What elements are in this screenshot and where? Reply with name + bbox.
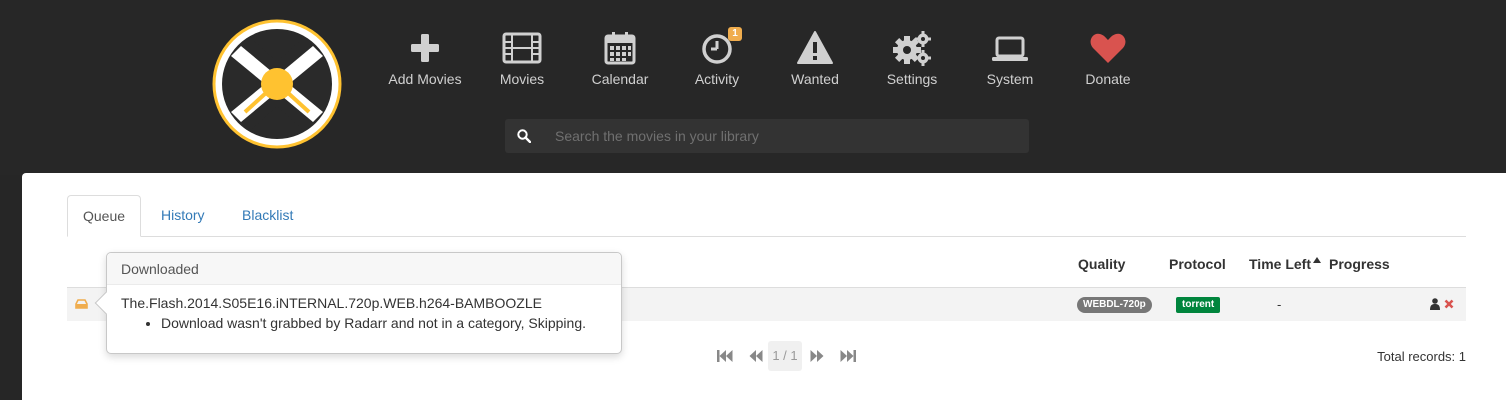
tab-blacklist[interactable]: Blacklist bbox=[227, 195, 308, 237]
sort-asc-icon bbox=[1313, 257, 1321, 263]
tab-history[interactable]: History bbox=[146, 195, 220, 237]
popover-message: Download wasn't grabbed by Radarr and no… bbox=[161, 315, 607, 331]
search-bar bbox=[505, 119, 1029, 153]
nav-add-movies[interactable]: Add Movies bbox=[375, 30, 475, 92]
nav-label: Wanted bbox=[791, 71, 839, 87]
next-page-icon[interactable] bbox=[810, 350, 824, 362]
inbox-icon bbox=[75, 299, 88, 309]
plus-icon bbox=[411, 34, 439, 62]
previous-page-icon[interactable] bbox=[749, 350, 763, 362]
nav-wanted[interactable]: Wanted bbox=[765, 30, 865, 92]
nav-movies[interactable]: Movies bbox=[472, 30, 572, 92]
tab-queue[interactable]: Queue bbox=[67, 195, 142, 237]
last-page-icon[interactable] bbox=[840, 350, 856, 362]
status-popover: Downloaded The.Flash.2014.S05E16.iNTERNA… bbox=[94, 252, 622, 354]
first-page-icon[interactable] bbox=[717, 350, 733, 362]
heart-icon bbox=[1090, 33, 1126, 63]
quality-label: WEBDL-720p bbox=[1077, 297, 1152, 313]
warning-icon bbox=[797, 31, 833, 64]
nav-label: Calendar bbox=[591, 71, 649, 87]
nav-calendar[interactable]: Calendar bbox=[570, 30, 670, 92]
time-left-value: - bbox=[1277, 297, 1282, 312]
activity-badge: 1 bbox=[728, 27, 742, 41]
nav-label: Add Movies bbox=[388, 71, 462, 87]
nav-settings[interactable]: Settings bbox=[862, 30, 962, 92]
popover-release-title: The.Flash.2014.S05E16.iNTERNAL.720p.WEB.… bbox=[121, 295, 542, 311]
tab-bar: Queue History Blacklist bbox=[67, 195, 1466, 237]
page-indicator: 1 / 1 bbox=[768, 341, 802, 371]
protocol-label: torrent bbox=[1176, 297, 1221, 313]
search-input[interactable] bbox=[543, 119, 1023, 153]
column-header-quality[interactable]: Quality bbox=[1078, 256, 1125, 272]
popover-title: Downloaded bbox=[107, 253, 621, 285]
radarr-logo[interactable] bbox=[211, 18, 343, 150]
user-icon[interactable] bbox=[1430, 298, 1440, 310]
laptop-icon bbox=[992, 36, 1028, 61]
nav-donate[interactable]: Donate bbox=[1058, 30, 1158, 92]
nav-label: Donate bbox=[1085, 71, 1131, 87]
total-records: Total records: 1 bbox=[1377, 349, 1466, 364]
nav-label: Movies bbox=[499, 71, 545, 87]
popover-body: The.Flash.2014.S05E16.iNTERNAL.720p.WEB.… bbox=[107, 285, 621, 341]
column-header-time-left[interactable]: Time Left bbox=[1249, 256, 1311, 272]
nav-label: Settings bbox=[886, 71, 938, 87]
search-icon bbox=[517, 129, 531, 143]
remove-icon[interactable] bbox=[1444, 299, 1454, 309]
film-icon bbox=[502, 32, 542, 64]
nav-activity[interactable]: 1 Activity bbox=[667, 27, 767, 92]
column-header-progress[interactable]: Progress bbox=[1329, 256, 1390, 272]
nav-label: System bbox=[986, 71, 1034, 87]
nav-label: Activity bbox=[694, 71, 740, 87]
nav-system[interactable]: System bbox=[960, 30, 1060, 92]
cogs-icon bbox=[893, 31, 931, 66]
header: Add Movies Movies Calendar 1 Activity Wa… bbox=[0, 0, 1506, 175]
calendar-icon bbox=[604, 32, 636, 65]
column-header-protocol[interactable]: Protocol bbox=[1169, 256, 1226, 272]
popover-message-list: Download wasn't grabbed by Radarr and no… bbox=[161, 315, 607, 331]
